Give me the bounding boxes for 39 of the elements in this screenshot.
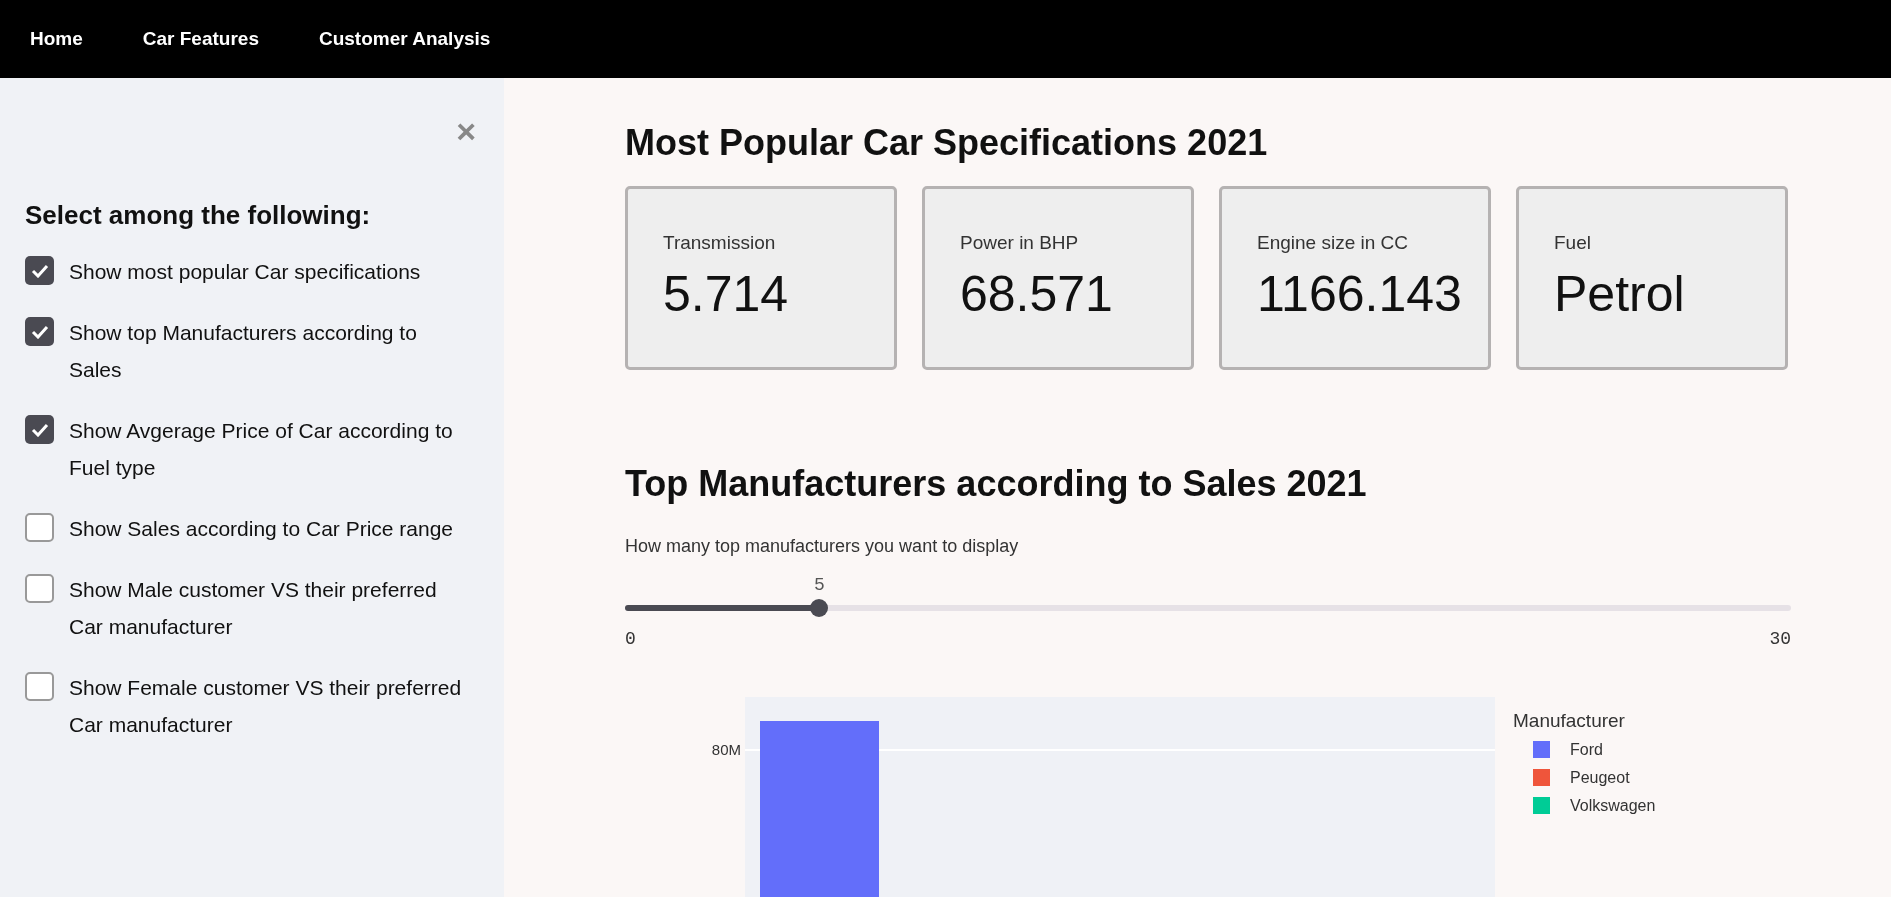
metric-label: Engine size in CC — [1257, 231, 1410, 255]
slider-label: How many top manufacturers you want to display — [625, 535, 1020, 558]
section-title: Most Popular Car Specifications 2021 — [625, 121, 1269, 165]
legend-label: Ford — [1570, 739, 1603, 760]
legend-label: Volkswagen — [1570, 795, 1656, 816]
checkbox-label: Show Female customer VS their preferred Car manufacturer — [69, 675, 463, 738]
checkbox[interactable] — [25, 317, 54, 346]
slider-thumb[interactable] — [810, 599, 829, 617]
y-axis-label: 80M — [711, 740, 741, 760]
slider-min: 0 — [625, 628, 636, 651]
metric-value: Petrol — [1554, 264, 1686, 324]
check-icon — [30, 324, 49, 339]
slider-value: 5 — [813, 574, 825, 597]
legend-title: Manufacturer — [1513, 709, 1626, 733]
checkbox[interactable] — [25, 415, 54, 444]
legend-label: Peugeot — [1570, 767, 1630, 788]
checkbox[interactable] — [25, 513, 54, 542]
checkbox-label: Show top Manufacturers according to Sales — [69, 320, 418, 383]
check-icon — [30, 263, 49, 278]
metric-value: 68.571 — [960, 264, 1114, 324]
metric-label: Transmission — [663, 231, 777, 255]
checkbox[interactable] — [25, 672, 54, 701]
slider-max: 30 — [1769, 628, 1791, 651]
checkbox[interactable] — [25, 256, 54, 285]
checkbox-label: Show Male customer VS their preferred Car manufacturer — [69, 577, 438, 640]
check-icon — [30, 422, 49, 437]
nav-link[interactable]: Car Features — [142, 24, 259, 54]
section-title: Top Manufacturers according to Sales 2021 — [625, 462, 1368, 506]
metric-value: 5.714 — [663, 264, 790, 324]
sidebar-heading: Select among the following: — [25, 199, 372, 232]
nav-link[interactable]: Customer Analysis — [318, 24, 491, 54]
metric-value: 1166.143 — [1257, 264, 1463, 324]
checkbox-label: Show Sales according to Car Price range — [69, 516, 454, 542]
checkbox[interactable] — [25, 574, 54, 603]
checkbox-label: Show most popular Car specifications — [69, 259, 421, 285]
metric-label: Fuel — [1554, 231, 1592, 255]
metric-label: Power in BHP — [960, 231, 1080, 255]
nav-link[interactable]: Home — [30, 24, 83, 54]
checkbox-label: Show Avgerage Price of Car according to Fuel type — [69, 418, 454, 481]
